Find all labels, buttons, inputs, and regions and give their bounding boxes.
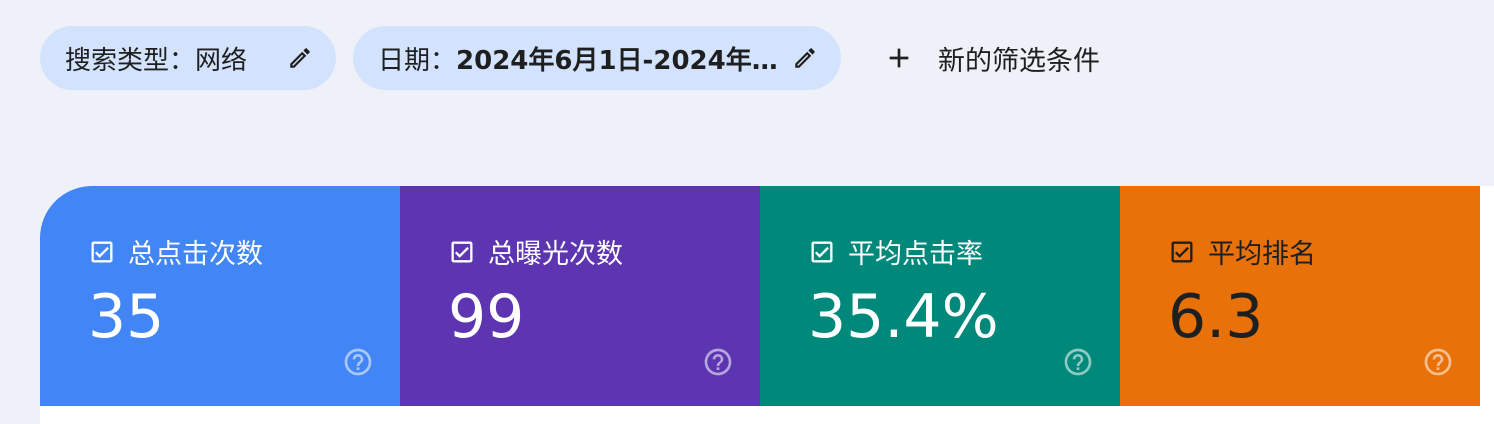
checkbox-checked-icon[interactable] [88,238,116,266]
metric-card-header: 总曝光次数 [448,232,623,271]
metric-card-ctr[interactable]: 平均点击率 35.4% [760,186,1120,406]
pencil-icon[interactable] [791,44,819,72]
help-circle-icon[interactable] [1422,346,1454,378]
search-type-filter-text: 搜索类型：网络 [65,40,247,77]
metric-card-impressions[interactable]: 总曝光次数 99 [400,186,760,406]
metric-value: 6.3 [1168,282,1264,352]
pencil-icon[interactable] [286,44,314,72]
metric-value: 99 [448,282,525,352]
metric-card-position[interactable]: 平均排名 6.3 [1120,186,1480,406]
checkbox-checked-icon[interactable] [1168,238,1196,266]
search-type-filter-label: 搜索类型： [65,45,196,76]
date-filter-text: 日期：2024年6月1日-2024年… [378,40,778,77]
metric-label: 平均点击率 [848,239,983,270]
help-circle-icon[interactable] [342,346,374,378]
metric-value: 35.4% [808,282,999,352]
metric-value: 35 [88,282,165,352]
metrics-cards: 总点击次数 35 总曝光次数 99 平均点击率 35.4% 平均排名 6.3 [40,186,1480,406]
metric-label: 平均排名 [1208,239,1316,270]
panel-edge [1480,186,1494,424]
checkbox-checked-icon[interactable] [808,238,836,266]
new-filter-button[interactable]: 新的筛选条件 [882,26,1100,90]
checkbox-checked-icon[interactable] [448,238,476,266]
filter-bar: 搜索类型：网络 日期：2024年6月1日-2024年… 新的筛选条件 [40,26,1100,90]
help-circle-icon[interactable] [1062,346,1094,378]
new-filter-label: 新的筛选条件 [938,45,1100,77]
metric-label: 总点击次数 [128,239,263,270]
metric-label: 总曝光次数 [488,239,623,270]
metric-card-header: 总点击次数 [88,232,263,271]
help-circle-icon[interactable] [702,346,734,378]
search-type-filter-chip[interactable]: 搜索类型：网络 [40,26,336,90]
search-type-filter-value: 网络 [195,45,248,76]
date-filter-label: 日期： [378,45,457,76]
plus-icon [882,41,916,75]
date-filter-chip[interactable]: 日期：2024年6月1日-2024年… [353,26,841,90]
metric-card-clicks[interactable]: 总点击次数 35 [40,186,400,406]
chart-panel [40,406,1480,424]
metric-card-header: 平均点击率 [808,232,983,271]
metric-card-header: 平均排名 [1168,232,1316,271]
date-filter-value: 2024年6月1日-2024年… [456,45,778,76]
